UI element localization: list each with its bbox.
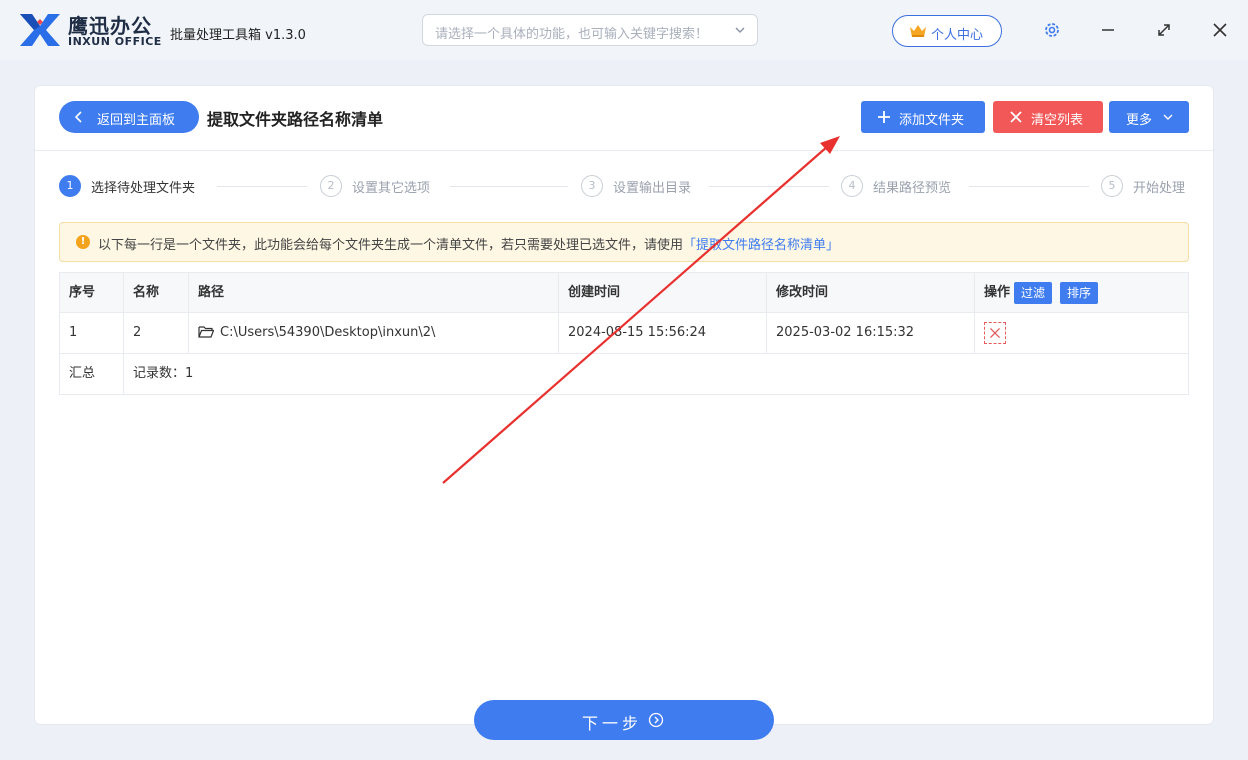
step-connector xyxy=(450,186,568,187)
col-name-header: 名称 xyxy=(124,273,189,313)
row-actions xyxy=(975,313,1189,353)
search-placeholder: 请选择一个具体的功能，也可输入关键字搜索！ xyxy=(435,27,709,42)
step-3-number: 3 xyxy=(581,175,603,197)
col-actions-header: 操作 过滤 排序 xyxy=(975,273,1189,313)
next-step-label: 下一步 xyxy=(582,714,643,733)
title-bar: 鹰迅办公 INXUN OFFICE 批量处理工具箱 v1.3.0 请选择一个具体… xyxy=(0,0,1248,60)
back-button-label: 返回到主面板 xyxy=(97,113,176,128)
more-label: 更多 xyxy=(1126,113,1153,128)
main-panel: 返回到主面板 提取文件夹路径名称清单 添加文件夹 清空列表 更多 1 选择待处理… xyxy=(34,85,1214,725)
step-connector xyxy=(969,186,1089,187)
step-2-label: 设置其它选项 xyxy=(352,181,431,196)
clear-list-label: 清空列表 xyxy=(1031,113,1084,128)
table-row[interactable]: 1 2 C:\Users\54390\Desktop\inxun\2\ 2024… xyxy=(59,313,1189,354)
row-created: 2024-08-15 15:56:24 xyxy=(559,313,767,353)
step-1-number: 1 xyxy=(59,175,81,197)
filter-button[interactable]: 过滤 xyxy=(1014,281,1053,304)
header-divider xyxy=(35,150,1213,151)
folder-table: 序号 名称 路径 创建时间 修改时间 操作 过滤 排序 1 2 C:\Users\5… xyxy=(59,272,1189,395)
summary-label: 汇总 xyxy=(59,354,124,394)
chevron-left-icon xyxy=(74,111,82,123)
gear-icon[interactable] xyxy=(1042,20,1062,40)
chevron-down-icon xyxy=(1163,114,1173,120)
summary-count: 记录数：1 xyxy=(124,354,1189,394)
summary-row: 汇总 记录数：1 xyxy=(59,354,1189,395)
feature-search-input[interactable]: 请选择一个具体的功能，也可输入关键字搜索！ xyxy=(422,14,758,46)
row-index: 1 xyxy=(59,313,124,353)
step-4-label: 结果路径预览 xyxy=(873,181,952,196)
clear-list-button[interactable]: 清空列表 xyxy=(993,101,1103,133)
page-title: 提取文件夹路径名称清单 xyxy=(207,110,384,129)
extract-file-path-link[interactable]: 「提取文件路径名称清单」 xyxy=(683,238,839,253)
notice-message: 以下每一行是一个文件夹，此功能会给每个文件夹生成一个清单文件，若只需要处理已选文… xyxy=(98,238,684,253)
next-step-button[interactable]: 下一步 xyxy=(474,700,774,740)
arrow-right-circle-icon xyxy=(648,712,664,728)
step-5-number: 5 xyxy=(1101,175,1123,197)
step-connector xyxy=(709,186,829,187)
close-icon xyxy=(1010,111,1022,123)
more-button[interactable]: 更多 xyxy=(1109,101,1189,133)
col-index-header: 序号 xyxy=(59,273,124,313)
notice-text: 以下每一行是一个文件夹，此功能会给每个文件夹生成一个清单文件，若只需要处理已选文… xyxy=(98,234,839,253)
step-2-number: 2 xyxy=(320,175,342,197)
delete-row-icon[interactable] xyxy=(984,322,1006,344)
plus-icon xyxy=(878,111,890,123)
row-path-cell: C:\Users\54390\Desktop\inxun\2\ xyxy=(189,313,559,353)
app-logo-icon xyxy=(20,14,60,46)
sort-button[interactable]: 排序 xyxy=(1060,281,1099,304)
crown-icon xyxy=(910,25,926,37)
app-title: 批量处理工具箱 v1.3.0 xyxy=(170,28,306,43)
col-path-header: 路径 xyxy=(189,273,559,313)
row-name: 2 xyxy=(124,313,189,353)
step-3-label: 设置输出目录 xyxy=(613,181,692,196)
step-4-number: 4 xyxy=(841,175,863,197)
record-count: 1 xyxy=(185,366,194,381)
user-center-label: 个人中心 xyxy=(931,28,984,43)
row-path: C:\Users\54390\Desktop\inxun\2\ xyxy=(220,325,436,340)
add-folder-button[interactable]: 添加文件夹 xyxy=(861,101,985,133)
folder-open-icon xyxy=(198,326,214,338)
col-modified-header: 修改时间 xyxy=(767,273,975,313)
step-connector xyxy=(217,186,307,187)
back-to-main-button[interactable]: 返回到主面板 xyxy=(59,101,199,133)
table-header: 序号 名称 路径 创建时间 修改时间 操作 过滤 排序 xyxy=(59,272,1189,313)
add-folder-label: 添加文件夹 xyxy=(899,113,965,128)
step-1-label: 选择待处理文件夹 xyxy=(91,181,196,196)
maximize-icon[interactable] xyxy=(1154,20,1174,40)
row-modified: 2025-03-02 16:15:32 xyxy=(767,313,975,353)
record-count-label: 记录数： xyxy=(133,366,186,381)
step-5-label: 开始处理 xyxy=(1133,181,1186,196)
brand-name-en: INXUN OFFICE xyxy=(68,35,162,48)
warning-icon: ! xyxy=(76,235,90,249)
close-icon[interactable] xyxy=(1210,20,1230,40)
user-center-button[interactable]: 个人中心 xyxy=(892,15,1002,47)
chevron-down-icon[interactable] xyxy=(733,23,747,37)
minimize-icon[interactable] xyxy=(1098,20,1118,40)
col-created-header: 创建时间 xyxy=(559,273,767,313)
info-notice: ! 以下每一行是一个文件夹，此功能会给每个文件夹生成一个清单文件，若只需要处理已… xyxy=(59,222,1189,262)
actions-header-label: 操作 xyxy=(984,285,1011,300)
